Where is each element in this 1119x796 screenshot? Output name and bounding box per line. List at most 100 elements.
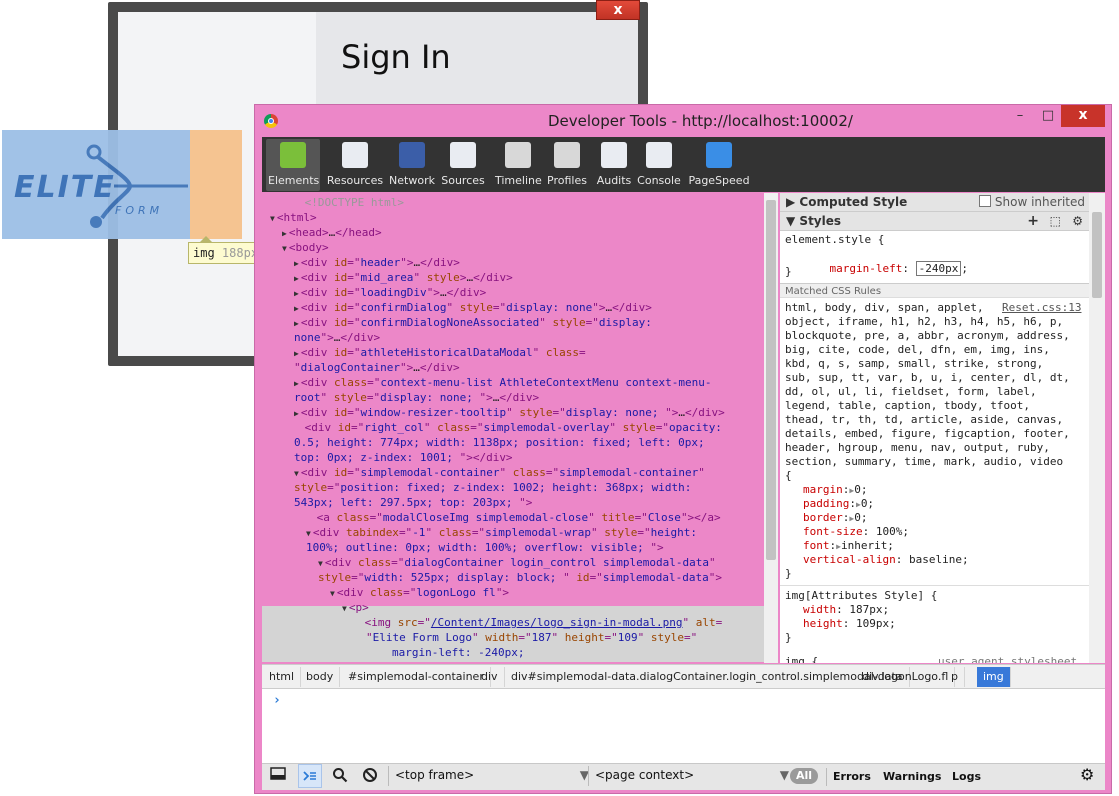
toolbar-tab-network[interactable]: Network xyxy=(389,140,435,192)
dom-node[interactable]: ▼ <div class="logonLogo fl"> xyxy=(262,586,764,601)
breadcrumb-item[interactable]: div#simplemodal-data.dialogContainer.log… xyxy=(505,667,910,687)
console-toggle-icon[interactable] xyxy=(298,764,322,788)
elements-scrollbar-thumb[interactable] xyxy=(766,200,776,560)
dom-node-selected[interactable]: "> xyxy=(262,661,764,663)
show-inherited-checkbox[interactable] xyxy=(979,195,992,207)
css-property[interactable]: height: 109px; xyxy=(803,617,896,631)
filter-logs[interactable]: Logs xyxy=(952,768,981,786)
collapse-triangle-icon[interactable]: ▼ xyxy=(282,244,287,253)
console-drawer[interactable] xyxy=(262,689,1105,763)
dom-node[interactable]: style="width: 525px; display: block; " i… xyxy=(262,571,764,585)
toolbar-tab-pagespeed[interactable]: PageSpeed xyxy=(688,140,750,192)
dom-node[interactable]: ▶ <div id="window-resizer-tooltip" style=… xyxy=(262,406,764,421)
css-property[interactable]: vertical-align: baseline; xyxy=(803,553,969,567)
dom-node[interactable]: top: 0px; z-index: 1001; "></div> xyxy=(262,451,764,465)
collapse-triangle-icon[interactable]: ▼ xyxy=(270,214,275,223)
dom-node[interactable]: <a class="modalCloseImg simplemodal-clos… xyxy=(262,511,764,525)
dom-node[interactable]: style="position: fixed; z-index: 1002; h… xyxy=(262,481,764,495)
dom-node-selected[interactable]: "Elite Form Logo" width="187" height="10… xyxy=(262,631,764,645)
dom-node[interactable]: ▶ <head>…</head> xyxy=(262,226,764,241)
collapse-triangle-icon[interactable]: ▼ xyxy=(306,529,311,538)
dom-node[interactable]: 543px; left: 297.5px; top: 203px; "> xyxy=(262,496,764,510)
css-property[interactable]: font-size: 100%; xyxy=(803,525,909,539)
toolbar-tab-profiles[interactable]: Profiles xyxy=(545,140,589,192)
toolbar-tab-sources[interactable]: Sources xyxy=(440,140,486,192)
dom-node[interactable]: 100%; outline: 0px; width: 100%; overflo… xyxy=(262,541,764,555)
css-property[interactable]: padding:▶0; xyxy=(803,497,874,512)
console-prompt[interactable]: › xyxy=(273,693,281,708)
computed-style-header[interactable]: ▶ Computed Style Show inherited xyxy=(780,193,1089,212)
dom-node[interactable]: "dialogContainer">…</div> xyxy=(262,361,764,375)
dom-node[interactable]: ▶ <div class="context-menu-list AthleteCo… xyxy=(262,376,764,391)
toolbar-tab-audits[interactable]: Audits xyxy=(595,140,633,192)
window-close-button[interactable]: x xyxy=(1061,105,1105,127)
dom-node[interactable]: ▶ <div id="athleteHistoricalDataModal" cl… xyxy=(262,346,764,361)
collapse-triangle-icon[interactable]: ▼ xyxy=(330,589,335,598)
css-property[interactable]: margin:▶0; xyxy=(803,483,867,498)
expand-triangle-icon[interactable]: ▶ xyxy=(836,542,841,551)
breadcrumb-item[interactable]: div xyxy=(475,667,505,687)
expand-triangle-icon[interactable]: ▶ xyxy=(294,379,299,388)
add-rule-icon[interactable]: + xyxy=(1027,212,1039,230)
dom-node[interactable]: <div id="right_col" class="simplemodal-o… xyxy=(262,421,764,435)
filter-warnings[interactable]: Warnings xyxy=(883,768,941,786)
toolbar-tab-elements[interactable]: Elements xyxy=(268,140,319,192)
dom-node[interactable]: ▶ <div id="header">…</div> xyxy=(262,256,764,271)
settings-gear-icon[interactable]: ⚙ xyxy=(1072,212,1083,230)
expand-triangle-icon[interactable]: ▶ xyxy=(294,349,299,358)
dom-node[interactable]: root" style="display: none; ">…</div> xyxy=(262,391,764,405)
dom-node[interactable]: ▼ <div id="simplemodal-container" class="… xyxy=(262,466,764,481)
dock-toggle-icon[interactable] xyxy=(270,766,286,787)
style-value-editor[interactable]: -240px xyxy=(915,261,962,276)
styles-header[interactable]: ▼ Styles + ⬚ ⚙ xyxy=(780,212,1089,231)
expand-triangle-icon[interactable]: ▶ xyxy=(294,319,299,328)
breadcrumb-item[interactable]: body xyxy=(300,667,341,687)
expand-triangle-icon[interactable]: ▶ xyxy=(294,289,299,298)
dom-node[interactable]: <!DOCTYPE html> xyxy=(262,196,764,210)
dom-node[interactable]: ▼ <p> xyxy=(262,601,764,616)
filter-all[interactable]: All xyxy=(790,768,819,784)
minimize-button[interactable]: – xyxy=(1005,105,1035,127)
dom-node[interactable]: ▶ <div id="confirmDialogNoneAssociated" s… xyxy=(262,316,764,331)
collapse-triangle-icon[interactable]: ▼ xyxy=(294,469,299,478)
styles-scrollbar-thumb[interactable] xyxy=(1092,212,1102,298)
expand-triangle-icon[interactable]: ▶ xyxy=(856,500,861,509)
toolbar-tab-resources[interactable]: Resources xyxy=(325,140,385,192)
search-icon[interactable] xyxy=(332,767,348,788)
css-property[interactable]: width: 187px; xyxy=(803,603,889,617)
filter-errors[interactable]: Errors xyxy=(826,768,871,786)
dom-node[interactable]: ▶ <div id="confirmDialog" style="display:… xyxy=(262,301,764,316)
dom-node-selected[interactable]: margin-left: -240px; xyxy=(262,646,764,660)
dom-node[interactable]: ▼ <div class="dialogContainer login_contr… xyxy=(262,556,764,571)
breadcrumb-item[interactable]: p xyxy=(945,667,965,687)
expand-triangle-icon[interactable]: ▶ xyxy=(294,409,299,418)
dom-node[interactable]: 0.5; height: 774px; width: 1138px; posit… xyxy=(262,436,764,450)
collapse-triangle-icon[interactable]: ▼ xyxy=(318,559,323,568)
modal-close-button[interactable]: x xyxy=(596,0,640,20)
show-inherited-toggle[interactable]: Show inherited xyxy=(979,193,1085,211)
context-select[interactable]: <page context> ▼ xyxy=(588,766,791,786)
element-state-icon[interactable]: ⬚ xyxy=(1050,212,1061,230)
css-property[interactable]: font:▶inherit; xyxy=(803,539,894,554)
dom-node[interactable]: ▼ <html> xyxy=(262,211,764,226)
expand-triangle-icon[interactable]: ▶ xyxy=(849,486,854,495)
expand-triangle-icon[interactable]: ▶ xyxy=(849,514,854,523)
dom-node[interactable]: ▼ <div tabindex="-1" class="simplemodal-w… xyxy=(262,526,764,541)
dom-node[interactable]: none">…</div> xyxy=(262,331,764,345)
maximize-button[interactable]: □ xyxy=(1033,105,1063,127)
toolbar-tab-timeline[interactable]: Timeline xyxy=(495,140,542,192)
expand-triangle-icon[interactable]: ▶ xyxy=(294,259,299,268)
expand-triangle-icon[interactable]: ▶ xyxy=(282,229,287,238)
toolbar-tab-console[interactable]: Console xyxy=(636,140,682,192)
dom-node[interactable]: ▶ <div id="loadingDiv">…</div> xyxy=(262,286,764,301)
dom-node[interactable]: ▼ <body> xyxy=(262,241,764,256)
dom-node[interactable]: ▶ <div id="mid_area" style>…</div> xyxy=(262,271,764,286)
collapse-triangle-icon[interactable]: ▼ xyxy=(342,604,347,613)
reset-css-link[interactable]: Reset.css:13 xyxy=(1002,301,1081,315)
breadcrumb-item-selected[interactable]: img xyxy=(977,667,1011,687)
expand-triangle-icon[interactable]: ▶ xyxy=(294,274,299,283)
breadcrumb-item[interactable]: html xyxy=(263,667,302,687)
expand-triangle-icon[interactable]: ▶ xyxy=(294,304,299,313)
settings-gear-icon[interactable]: ⚙ xyxy=(1080,766,1094,784)
breadcrumb-item[interactable]: div.logonLogo.fl xyxy=(856,667,956,687)
